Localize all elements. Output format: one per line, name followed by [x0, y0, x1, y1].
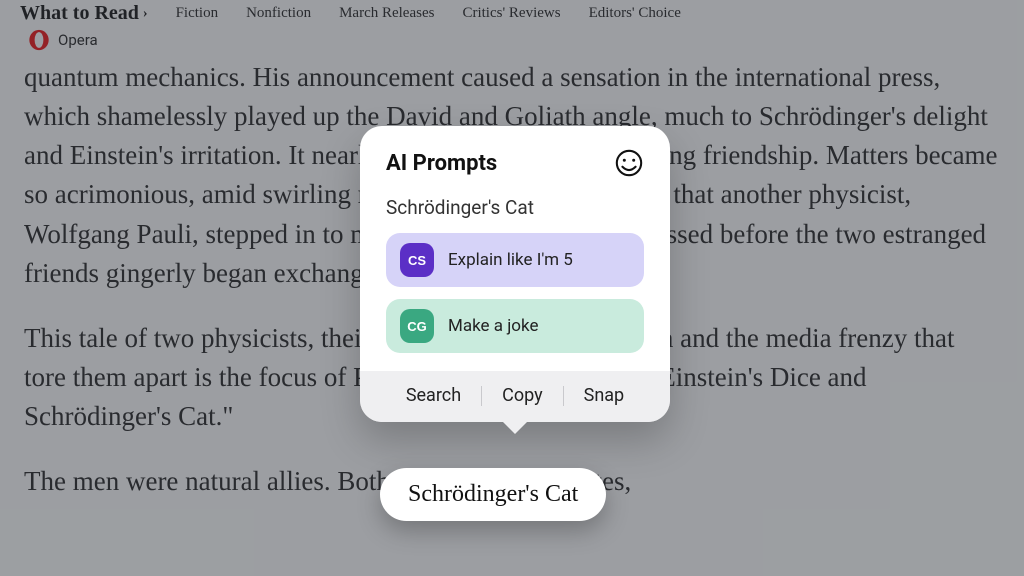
nav-item-editors[interactable]: Editors' Choice — [589, 5, 681, 22]
browser-name: Opera — [58, 31, 98, 49]
nav-brand[interactable]: What to Read › — [20, 2, 148, 25]
prompt-make-joke[interactable]: CG Make a joke — [386, 299, 644, 353]
prompt-badge: CG — [400, 309, 434, 343]
popover-title: AI Prompts — [386, 151, 497, 176]
prompt-badge: CS — [400, 243, 434, 277]
nav-item-march[interactable]: March Releases — [339, 5, 434, 22]
chevron-right-icon: › — [143, 6, 148, 21]
top-nav: What to Read › Fiction Nonfiction March R… — [0, 0, 1024, 26]
popover-tail — [501, 420, 529, 434]
browser-label: Opera — [0, 26, 1024, 52]
action-search[interactable]: Search — [386, 385, 481, 406]
prompt-label: Make a joke — [448, 316, 538, 336]
nav-brand-label: What to Read — [20, 2, 139, 24]
opera-icon — [28, 29, 50, 51]
action-copy[interactable]: Copy — [482, 385, 563, 406]
action-snap[interactable]: Snap — [564, 385, 645, 406]
nav-item-fiction[interactable]: Fiction — [176, 5, 219, 22]
popover-actions: Search Copy Snap — [360, 371, 670, 422]
prompt-explain-like-5[interactable]: CS Explain like I'm 5 — [386, 233, 644, 287]
nav-item-nonfiction[interactable]: Nonfiction — [246, 5, 311, 22]
prompt-label: Explain like I'm 5 — [448, 250, 573, 270]
ai-prompts-popover: AI Prompts Schrödinger's Cat CS Explain … — [360, 126, 670, 422]
nav-item-critics[interactable]: Critics' Reviews — [462, 5, 560, 22]
popover-selected-text: Schrödinger's Cat — [386, 196, 644, 219]
selection-pill[interactable]: Schrödinger's Cat — [380, 468, 606, 521]
smile-icon[interactable] — [614, 148, 644, 178]
prompt-list: CS Explain like I'm 5 CG Make a joke — [386, 233, 644, 353]
